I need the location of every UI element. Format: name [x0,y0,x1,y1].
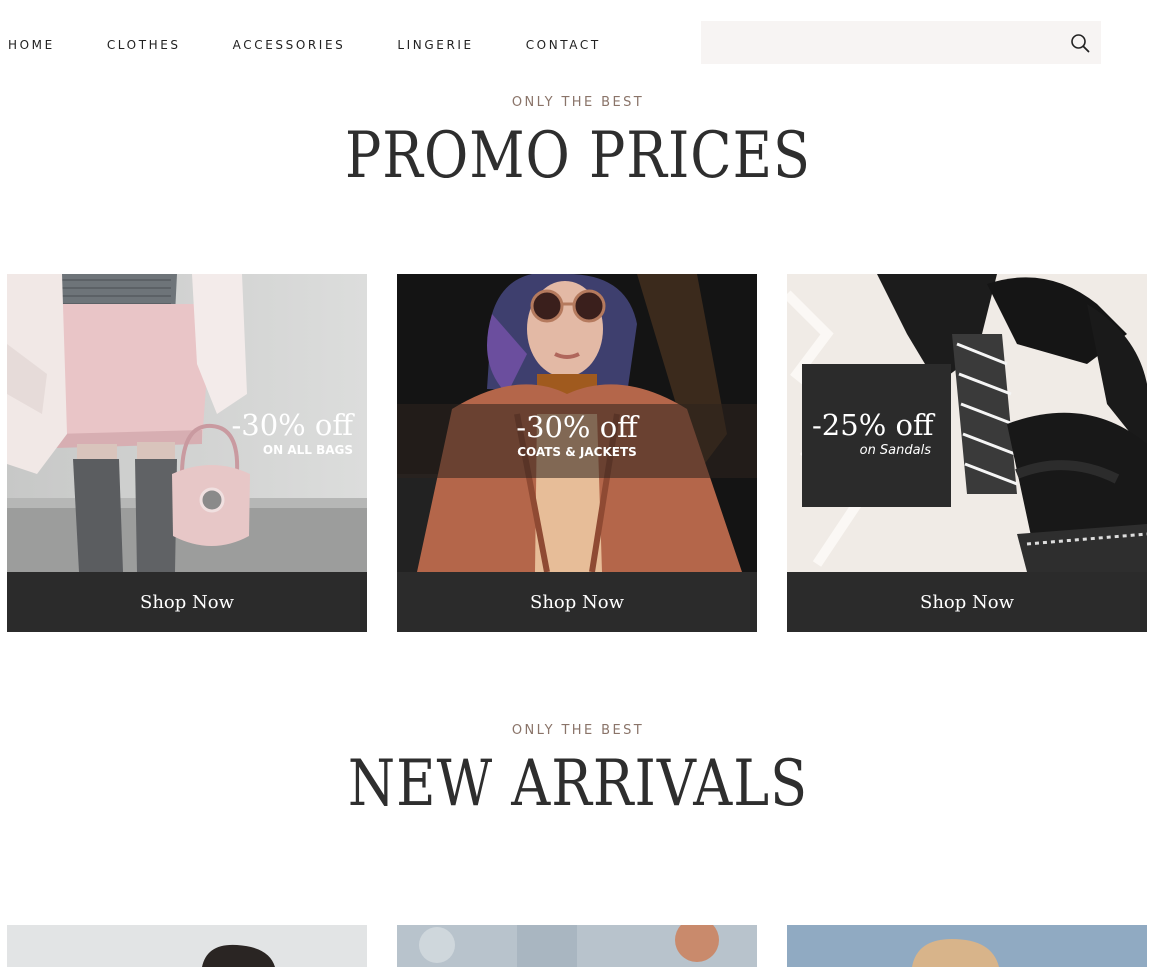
arrivals-title: NEW ARRIVALS [347,746,809,821]
shop-now-button[interactable]: Shop Now [7,572,367,632]
search-input[interactable] [701,21,1061,64]
arrival-card-2[interactable] [397,925,757,967]
shop-now-button[interactable]: Shop Now [397,572,757,632]
promo-discount: -25% off [812,408,934,442]
main-menu: HOME CLOTHES ACCESSORIES LINGERIE CONTAC… [8,38,653,52]
top-navigation: HOME CLOTHES ACCESSORIES LINGERIE CONTAC… [0,0,1156,90]
search-button[interactable] [1067,30,1093,56]
nav-item-home[interactable]: HOME [8,38,55,52]
arrival-card-1[interactable] [7,925,367,967]
search-icon [1071,34,1090,53]
nav-item-lingerie[interactable]: LINGERIE [397,38,473,52]
nav-item-accessories[interactable]: ACCESSORIES [233,38,346,52]
search-box [701,21,1101,64]
promo-label-sandals: -25% off on Sandals [802,364,951,507]
promo-image-bags: -30% off ON ALL BAGS [7,274,367,572]
promo-discount: -30% off [231,408,353,442]
arrival-card-3[interactable] [787,925,1147,967]
promo-title: PROMO PRICES [344,118,812,193]
promo-subtitle: on Sandals [859,443,931,458]
promo-label-bags: -30% off ON ALL BAGS [231,408,353,457]
nav-item-contact[interactable]: CONTACT [526,38,601,52]
nav-item-clothes[interactable]: CLOTHES [107,38,181,52]
shop-now-button[interactable]: Shop Now [787,572,1147,632]
promo-image-sandals: -25% off on Sandals [787,274,1147,572]
promo-eyebrow: ONLY THE BEST [511,95,645,110]
promo-card-bags: -30% off ON ALL BAGS Shop Now [7,274,367,632]
promo-discount: -30% off [516,410,638,444]
promo-subtitle: COATS & JACKETS [517,445,637,459]
arrivals-eyebrow: ONLY THE BEST [511,723,645,738]
promo-label-coats: -30% off COATS & JACKETS [397,410,757,459]
promo-image-coats: -30% off COATS & JACKETS [397,274,757,572]
promo-card-coats: -30% off COATS & JACKETS Shop Now [397,274,757,632]
promo-subtitle: ON ALL BAGS [262,443,353,457]
promo-card-sandals: -25% off on Sandals Shop Now [787,274,1147,632]
